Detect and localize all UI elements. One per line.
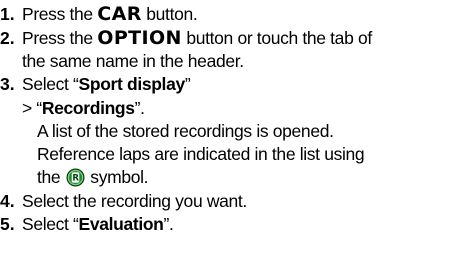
step-2: 2. Press the OPTION button or touch the … [0,27,372,49]
reference-lap-icon: R [66,168,85,187]
step-text-pre: Select “ [22,74,79,94]
step-number: 5. [0,214,15,234]
desc3-pre: the [37,167,65,187]
step-text-post: ” [184,74,191,94]
step-1: 1. Press the CAR button. [0,3,198,25]
evaluation-label: Evaluation [78,214,164,234]
step-number: 4. [0,191,15,211]
step-3-description-2: Reference laps are indicated in the list… [37,144,365,164]
desc3-post: symbol. [85,167,149,187]
step-text-post: button or touch the tab of [181,28,372,48]
step-3: 3. Select “ Sport display ” [0,73,191,95]
step-text-pre: Press the [22,4,98,24]
step-text-pre: Select “ [22,214,79,234]
step-2-continuation: the same name in the header. [22,51,244,71]
step-4: 4. Select the recording you want. [0,190,247,212]
car-button-label: CAR [97,3,142,25]
reference-lap-icon-letter: R [72,174,79,184]
step-text-post: button. [141,4,198,24]
instruction-list: 1. Press the CAR button. 2. Press the OP… [0,0,452,267]
step-number: 3. [0,74,15,94]
step-number: 2. [0,28,15,48]
step-text-post: ”. [163,214,174,234]
step-3-description-1: A list of the stored recordings is opene… [37,121,334,141]
option-button-label: OPTION [97,27,182,49]
recordings-label: Recordings [41,98,135,118]
step-text-pre: Press the [22,28,98,48]
submenu-post: ”. [134,98,145,118]
step-number: 1. [0,4,15,24]
step-3-submenu: > “Recordings”. [22,97,145,119]
sport-display-label: Sport display [78,74,186,94]
submenu-pre: > “ [22,98,42,118]
step-5: 5. Select “ Evaluation ”. [0,213,174,235]
step-text: Select the recording you want. [22,191,247,211]
step-3-description-3: the R symbol. [37,166,149,188]
